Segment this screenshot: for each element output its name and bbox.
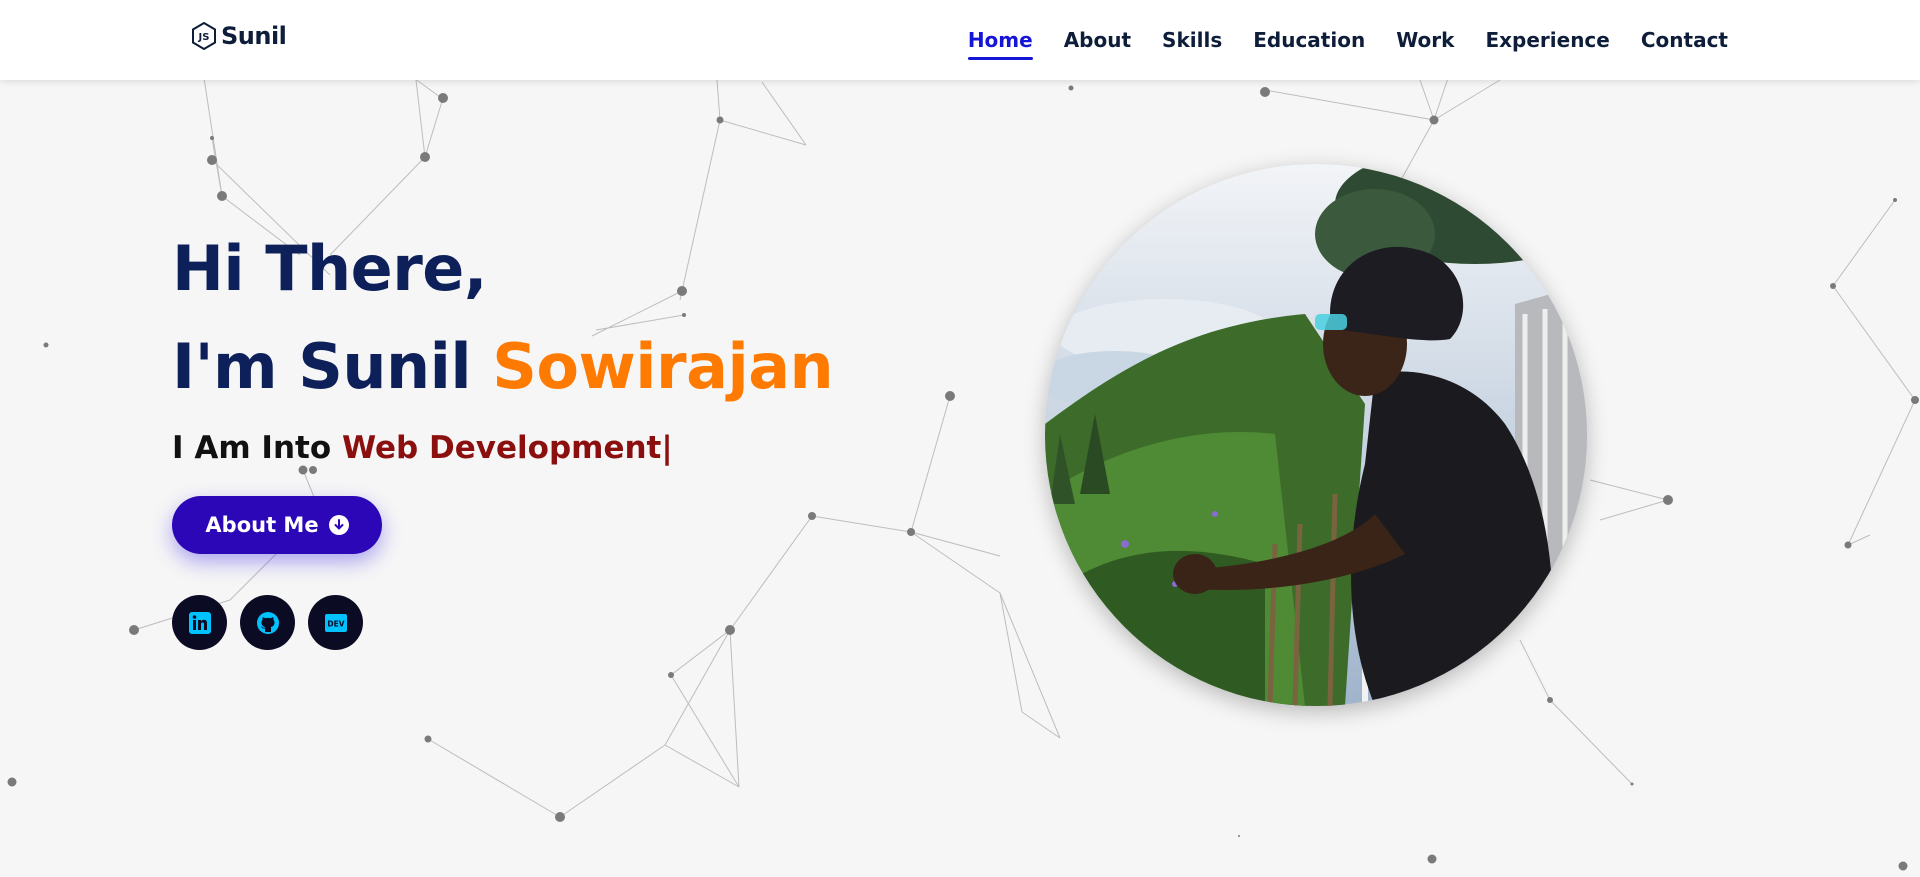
- hero-tagline: I Am Into Web Development|: [172, 430, 833, 466]
- nav-contact[interactable]: Contact: [1641, 22, 1728, 58]
- dev-icon-label: DEV: [327, 619, 344, 628]
- nav-home[interactable]: Home: [967, 22, 1033, 60]
- tagline-typed: Web Development: [341, 430, 662, 466]
- nav-experience[interactable]: Experience: [1485, 22, 1609, 58]
- dev-link[interactable]: DEV: [308, 595, 363, 650]
- linkedin-icon: [188, 611, 211, 634]
- js-hexagon-icon: JS: [192, 22, 216, 50]
- typing-cursor: |: [661, 430, 673, 466]
- nav-about[interactable]: About: [1064, 22, 1131, 58]
- github-link[interactable]: [240, 595, 295, 650]
- nav-skills[interactable]: Skills: [1162, 22, 1222, 58]
- profile-photo-illustration: [1045, 164, 1587, 706]
- brand-logo[interactable]: JS Sunil: [191, 22, 287, 50]
- hero-greeting: Hi There,: [172, 232, 487, 305]
- about-me-label: About Me: [205, 513, 319, 537]
- nav-work[interactable]: Work: [1396, 22, 1454, 58]
- about-me-button[interactable]: About Me: [172, 496, 382, 554]
- social-links: DEV: [172, 595, 363, 650]
- site-header: JS Sunil Home About Skills Education Wor…: [0, 0, 1920, 80]
- main-nav: Home About Skills Education Work Experie…: [967, 0, 1728, 80]
- profile-photo: [1045, 164, 1587, 706]
- dev-icon: DEV: [324, 613, 347, 632]
- hero-intro-prefix: I'm Sunil: [172, 330, 493, 403]
- tagline-prefix: I Am Into: [172, 430, 342, 466]
- github-icon: [256, 611, 279, 634]
- hero-intro: I'm Sunil Sowirajan: [172, 318, 834, 416]
- linkedin-link[interactable]: [172, 595, 227, 650]
- hero-section: Hi There, I'm Sunil Sowirajan I Am Into …: [172, 220, 834, 650]
- nav-education[interactable]: Education: [1253, 22, 1365, 58]
- svg-text:JS: JS: [198, 32, 210, 43]
- brand-name: Sunil: [221, 22, 287, 50]
- hero-intro-highlight: Sowirajan: [492, 330, 834, 403]
- arrow-circle-down-icon: [328, 515, 349, 535]
